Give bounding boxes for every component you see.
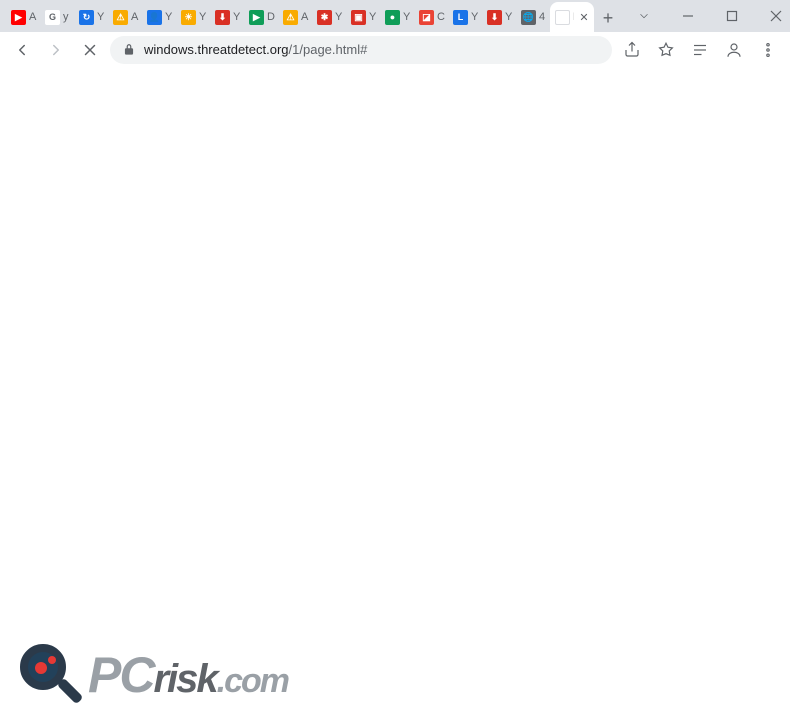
tab[interactable]: ⬇Y bbox=[210, 2, 244, 32]
tab[interactable]: ●Y bbox=[380, 2, 414, 32]
tab-favicon-icon bbox=[555, 10, 570, 25]
tab-label: D bbox=[267, 11, 275, 23]
tab[interactable]: ▶A bbox=[6, 2, 40, 32]
tab-label: A bbox=[301, 11, 309, 23]
tab-label: M bbox=[573, 11, 574, 23]
tab-label: A bbox=[29, 11, 37, 23]
window-minimize-button[interactable] bbox=[666, 1, 710, 31]
tab[interactable]: ↻Y bbox=[74, 2, 108, 32]
tab-label: y bbox=[63, 11, 71, 23]
magnifier-icon bbox=[16, 640, 86, 710]
tab[interactable]: ◪C bbox=[414, 2, 448, 32]
lock-icon bbox=[122, 43, 136, 57]
tab-label: Y bbox=[335, 11, 343, 23]
nav-stop-button[interactable] bbox=[76, 36, 104, 64]
window-maximize-button[interactable] bbox=[710, 1, 754, 31]
tab[interactable]: ✱Y bbox=[312, 2, 346, 32]
reading-list-icon[interactable] bbox=[686, 36, 714, 64]
pcrisk-watermark: PCrisk.com bbox=[16, 640, 288, 710]
tab-active[interactable]: M✕ bbox=[550, 2, 594, 32]
tab[interactable]: ▶D bbox=[244, 2, 278, 32]
tab-label: Y bbox=[403, 11, 411, 23]
tab-label: 4 bbox=[539, 11, 547, 23]
logo-pc: PC bbox=[88, 646, 153, 704]
tab-label: Y bbox=[97, 11, 105, 23]
tab-favicon-icon: ▶ bbox=[249, 10, 264, 25]
tab-label: Y bbox=[505, 11, 513, 23]
tab-label: Y bbox=[165, 11, 173, 23]
tab[interactable]: Gy bbox=[40, 2, 74, 32]
bookmark-star-icon[interactable] bbox=[652, 36, 680, 64]
tab-favicon-icon: ◪ bbox=[419, 10, 434, 25]
tab[interactable]: ⬇Y bbox=[482, 2, 516, 32]
tab-favicon-icon: ⬇ bbox=[215, 10, 230, 25]
window-dropdown-button[interactable] bbox=[622, 1, 666, 31]
new-tab-button[interactable]: + bbox=[594, 4, 622, 32]
tab-favicon-icon: ▣ bbox=[351, 10, 366, 25]
tab-favicon-icon: ⚠ bbox=[113, 10, 128, 25]
tab-favicon-icon: ● bbox=[385, 10, 400, 25]
page-content: PCrisk.com bbox=[0, 66, 790, 718]
address-bar: windows.threatdetect.org/1/page.html# bbox=[0, 32, 790, 68]
url-path: /1/page.html# bbox=[289, 42, 368, 57]
logo-risk: risk bbox=[153, 657, 216, 702]
logo-com: .com bbox=[217, 662, 288, 701]
kebab-menu-icon[interactable] bbox=[754, 36, 782, 64]
omnibox[interactable]: windows.threatdetect.org/1/page.html# bbox=[110, 36, 612, 64]
tab-favicon-icon: ⬇ bbox=[487, 10, 502, 25]
tab-favicon-icon: ⚠ bbox=[283, 10, 298, 25]
tab-close-icon[interactable]: ✕ bbox=[577, 10, 591, 24]
tab[interactable]: ⚠A bbox=[278, 2, 312, 32]
tab-favicon-icon: ▶ bbox=[11, 10, 26, 25]
tab[interactable]: 🌐4 bbox=[516, 2, 550, 32]
titlebar-row: ▶AGy↻Y⚠A👤Y☀Y⬇Y▶D⚠A✱Y▣Y●Y◪CLY⬇Y🌐4 M✕+ bbox=[0, 0, 790, 32]
tab-strip: ▶AGy↻Y⚠A👤Y☀Y⬇Y▶D⚠A✱Y▣Y●Y◪CLY⬇Y🌐4 M✕+ bbox=[0, 0, 622, 32]
browser-chrome: ▶AGy↻Y⚠A👤Y☀Y⬇Y▶D⚠A✱Y▣Y●Y◪CLY⬇Y🌐4 M✕+ bbox=[0, 0, 790, 68]
tab-label: A bbox=[131, 11, 139, 23]
tab-label: Y bbox=[369, 11, 377, 23]
url-host: windows.threatdetect.org bbox=[144, 42, 289, 57]
tab-favicon-icon: 🌐 bbox=[521, 10, 536, 25]
tab-favicon-icon: ↻ bbox=[79, 10, 94, 25]
tab-label: Y bbox=[233, 11, 241, 23]
tab-favicon-icon: L bbox=[453, 10, 468, 25]
tab-favicon-icon: 👤 bbox=[147, 10, 162, 25]
nav-forward-button[interactable] bbox=[42, 36, 70, 64]
tab-favicon-icon: G bbox=[45, 10, 60, 25]
tab[interactable]: ☀Y bbox=[176, 2, 210, 32]
tab[interactable]: LY bbox=[448, 2, 482, 32]
url-text: windows.threatdetect.org/1/page.html# bbox=[144, 42, 600, 57]
profile-avatar-icon[interactable] bbox=[720, 36, 748, 64]
tab[interactable]: ▣Y bbox=[346, 2, 380, 32]
logo-text: PCrisk.com bbox=[88, 646, 288, 704]
nav-back-button[interactable] bbox=[8, 36, 36, 64]
tab-favicon-icon: ☀ bbox=[181, 10, 196, 25]
window-controls bbox=[622, 0, 790, 32]
tab[interactable]: ⚠A bbox=[108, 2, 142, 32]
tab-label: Y bbox=[471, 11, 479, 23]
tab-label: C bbox=[437, 11, 445, 23]
tab-label: Y bbox=[199, 11, 207, 23]
window-close-button[interactable] bbox=[754, 1, 790, 31]
tab-favicon-icon: ✱ bbox=[317, 10, 332, 25]
share-icon[interactable] bbox=[618, 36, 646, 64]
tab[interactable]: 👤Y bbox=[142, 2, 176, 32]
